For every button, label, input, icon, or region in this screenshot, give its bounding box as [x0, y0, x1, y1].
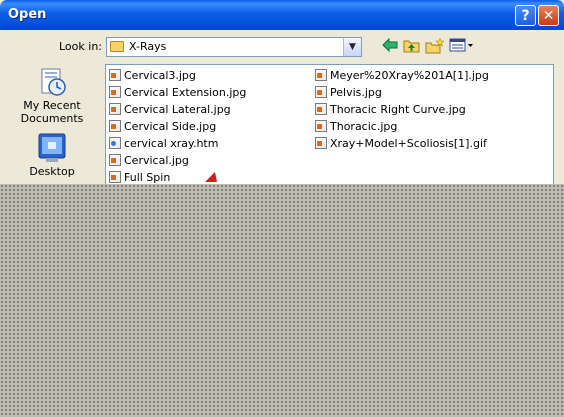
list-item[interactable]: cervical xray.htm	[109, 136, 218, 152]
list-item[interactable]: Thoracic Right Curve.jpg	[315, 102, 466, 118]
up-folder-icon[interactable]	[402, 38, 420, 56]
html-file-icon	[109, 137, 121, 149]
list-item[interactable]: Xray+Model+Scoliosis[1].gif	[315, 136, 487, 152]
list-item[interactable]: Full Spin	[109, 170, 170, 184]
look-in-dropdown[interactable]: X-Rays ▼	[106, 37, 362, 57]
place-label: My Recent Documents	[20, 99, 84, 125]
desktop-icon	[36, 132, 68, 164]
dialog-title: Open	[8, 7, 47, 22]
close-button[interactable]: ✕	[538, 5, 559, 26]
image-file-icon	[315, 120, 327, 132]
look-in-value: X-Rays	[129, 40, 167, 53]
new-folder-icon[interactable]	[424, 37, 445, 56]
views-menu-icon[interactable]	[448, 38, 474, 56]
file-list[interactable]: Cervical3.jpg Cervical Extension.jpg Cer…	[105, 64, 554, 184]
chevron-down-icon[interactable]: ▼	[343, 38, 361, 56]
list-item[interactable]: Pelvis.jpg	[315, 85, 382, 101]
list-item[interactable]: Cervical Extension.jpg	[109, 85, 246, 101]
list-item[interactable]: Thoracic.jpg	[315, 119, 397, 135]
places-bar: My Recent Documents Desktop	[0, 62, 104, 184]
image-file-icon	[315, 69, 327, 81]
folder-icon	[110, 41, 124, 52]
image-file-icon	[109, 154, 121, 166]
image-file-icon	[109, 69, 121, 81]
list-item[interactable]: Cervical3.jpg	[109, 68, 196, 84]
image-file-icon	[109, 86, 121, 98]
place-desktop[interactable]: Desktop	[0, 132, 104, 178]
image-file-icon	[315, 103, 327, 115]
image-file-icon	[109, 171, 121, 183]
list-item[interactable]: Meyer%20Xray%201A[1].jpg	[315, 68, 489, 84]
list-item[interactable]: Cervical.jpg	[109, 153, 189, 169]
look-in-label: Look in:	[59, 40, 102, 53]
recent-documents-icon	[36, 66, 68, 98]
title-bar[interactable]: Open ? ✕	[0, 0, 564, 30]
image-file-icon	[109, 120, 121, 132]
back-arrow-icon[interactable]	[381, 37, 399, 56]
image-file-icon	[315, 86, 327, 98]
list-item[interactable]: Cervical Side.jpg	[109, 119, 216, 135]
open-dialog: Open ? ✕ Look in: X-Rays ▼ My Recent Doc…	[0, 0, 564, 184]
cursor-icon	[205, 172, 217, 182]
image-file-icon	[109, 103, 121, 115]
place-label: Desktop	[29, 165, 75, 178]
list-item[interactable]: Cervical Lateral.jpg	[109, 102, 231, 118]
help-button[interactable]: ?	[515, 5, 536, 26]
place-my-recent-documents[interactable]: My Recent Documents	[0, 66, 104, 125]
image-file-icon	[315, 137, 327, 149]
